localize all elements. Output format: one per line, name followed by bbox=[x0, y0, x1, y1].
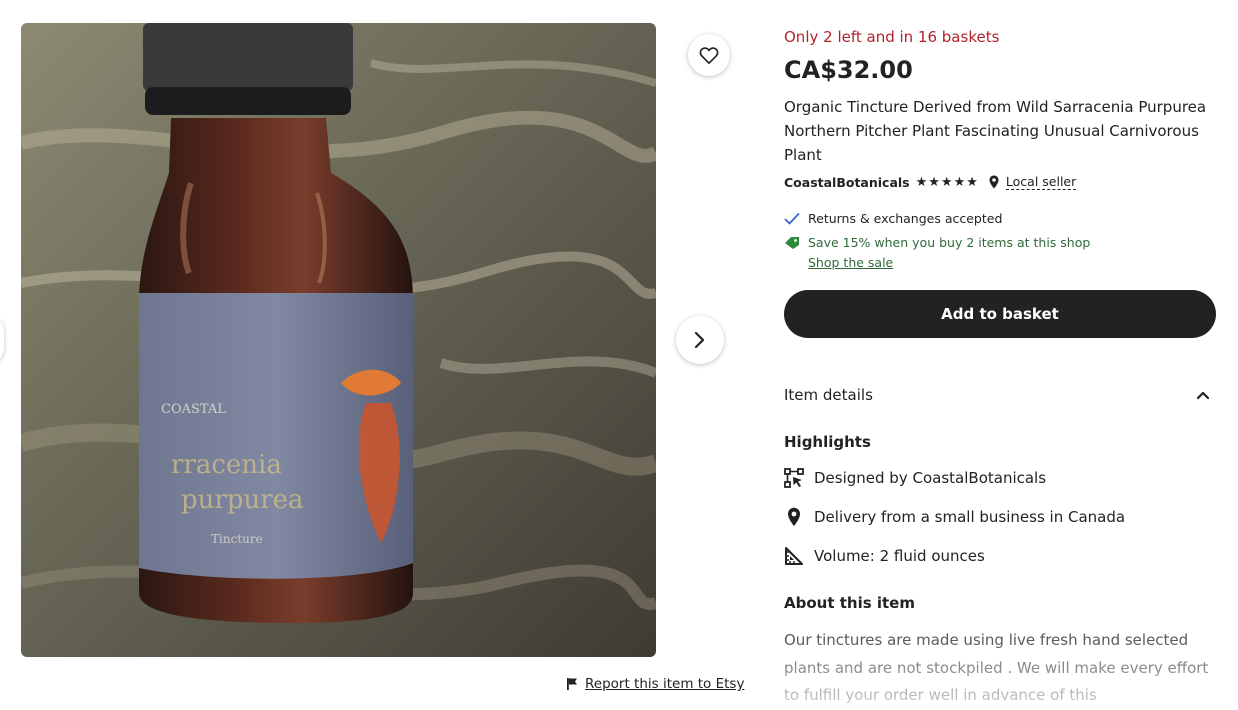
next-image-button[interactable] bbox=[676, 316, 724, 364]
shop-name-link[interactable]: CoastalBotanicals bbox=[784, 175, 910, 190]
highlight-delivery: Delivery from a small business in Canada bbox=[784, 507, 1125, 527]
local-seller-link[interactable]: Local seller bbox=[1005, 174, 1077, 190]
heart-icon bbox=[699, 47, 719, 64]
previous-image-button[interactable] bbox=[0, 316, 4, 364]
highlight-volume: Volume: 2 fluid ounces bbox=[784, 546, 985, 566]
about-heading: About this item bbox=[784, 594, 915, 612]
flag-icon bbox=[567, 678, 577, 690]
volume-text: Volume: 2 fluid ounces bbox=[814, 547, 985, 565]
returns-perk: Returns & exchanges accepted bbox=[784, 211, 1002, 226]
tag-icon bbox=[785, 236, 799, 249]
svg-text:Tincture: Tincture bbox=[211, 532, 263, 546]
svg-text:rracenia: rracenia bbox=[171, 450, 282, 480]
sale-text: Save 15% when you buy 2 items at this sh… bbox=[808, 235, 1091, 250]
designed-by-shop-link[interactable]: CoastalBotanicals bbox=[913, 469, 1047, 487]
shop-the-sale-link[interactable]: Shop the sale bbox=[808, 255, 893, 270]
product-photo[interactable]: COASTAL rracenia purpurea Tincture bbox=[21, 23, 656, 657]
add-to-basket-button[interactable]: Add to basket bbox=[784, 290, 1216, 338]
favorite-button[interactable] bbox=[688, 34, 730, 76]
sale-perk: Save 15% when you buy 2 items at this sh… bbox=[784, 235, 1090, 250]
svg-text:COASTAL: COASTAL bbox=[161, 402, 226, 417]
item-details-toggle[interactable]: Item details bbox=[784, 386, 1216, 404]
item-details-heading: Item details bbox=[784, 386, 873, 404]
designer-icon bbox=[784, 468, 804, 488]
listing-title: Organic Tincture Derived from Wild Sarra… bbox=[784, 98, 1207, 164]
chevron-up-icon bbox=[1196, 391, 1210, 400]
map-pin-icon bbox=[989, 175, 999, 189]
about-text: Our tinctures are made using live fresh … bbox=[784, 631, 1209, 704]
rating-stars: ★★★★★ bbox=[915, 174, 979, 190]
designed-by-prefix: Designed by bbox=[814, 469, 908, 487]
price: CA$32.00 bbox=[784, 56, 913, 84]
map-pin-icon bbox=[784, 507, 804, 527]
svg-text:purpurea: purpurea bbox=[181, 485, 304, 515]
chevron-right-icon bbox=[694, 331, 705, 349]
report-item-label: Report this item to Etsy bbox=[585, 676, 745, 692]
ruler-triangle-icon bbox=[784, 546, 804, 566]
report-item-link[interactable]: Report this item to Etsy bbox=[566, 676, 744, 692]
stock-notice: Only 2 left and in 16 baskets bbox=[784, 28, 1000, 46]
checkmark-icon bbox=[784, 212, 800, 224]
seller-row: CoastalBotanicals ★★★★★ Local seller bbox=[784, 174, 1077, 190]
highlight-designed-by: Designed by CoastalBotanicals bbox=[784, 468, 1046, 488]
delivery-text: Delivery from a small business in Canada bbox=[814, 508, 1126, 526]
highlights-heading: Highlights bbox=[784, 433, 871, 451]
returns-text: Returns & exchanges accepted bbox=[808, 211, 1003, 226]
